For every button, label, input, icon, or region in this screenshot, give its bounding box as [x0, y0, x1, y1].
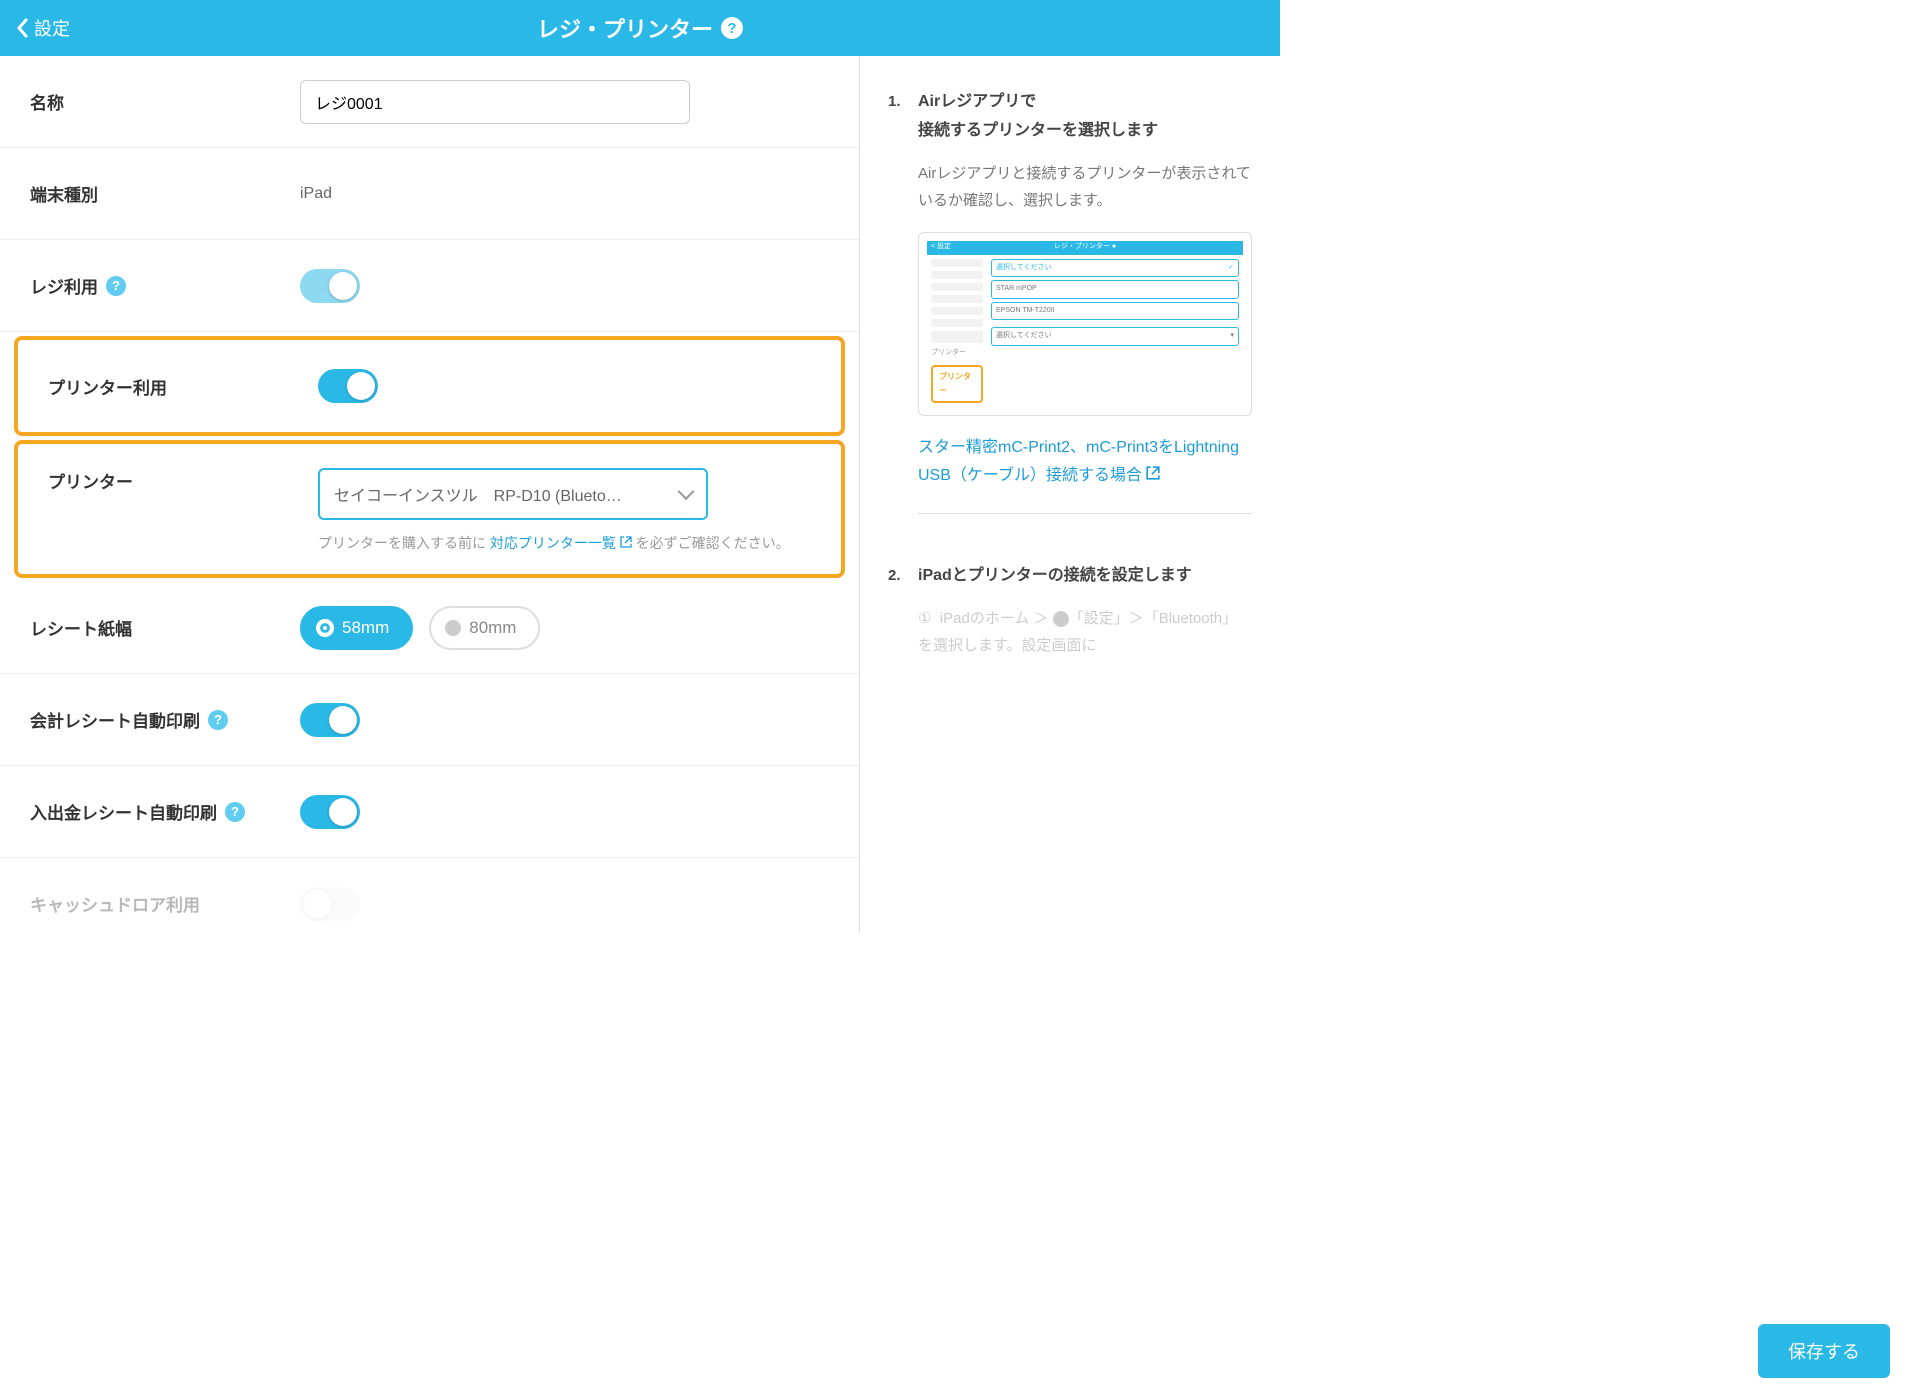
chevron-left-icon: [16, 18, 28, 38]
drawer-use-toggle: [300, 887, 360, 921]
label-auto-receipt: 会計レシート自動印刷 ?: [30, 707, 300, 732]
external-link-icon: [620, 536, 632, 548]
external-link-icon: [1146, 466, 1160, 480]
help-step-1: 1. Airレジアプリで 接続するプリンターを選択します Airレジアプリと接続…: [888, 88, 1252, 538]
label-paper-width: レシート紙幅: [30, 615, 300, 640]
back-label: 設定: [34, 15, 70, 41]
app-header: 設定 レジ・プリンター ?: [0, 0, 1280, 56]
highlight-printer-use: プリンター利用: [14, 336, 845, 436]
step2-title: iPadとプリンターの接続を設定します: [918, 562, 1252, 591]
radio-dot-icon: [445, 620, 461, 636]
star-usb-link[interactable]: スター精密mC-Print2、mC-Print3をLightning USB（ケ…: [918, 434, 1252, 488]
paper-width-58mm[interactable]: 58mm: [300, 606, 413, 650]
settings-form: 名称 端末種別 iPad レジ利用 ? プリンター利用: [0, 56, 860, 933]
row-auto-receipt: 会計レシート自動印刷 ?: [0, 674, 859, 766]
row-drawer-use: キャッシュドロア利用: [0, 858, 859, 933]
label-device-type: 端末種別: [30, 181, 300, 206]
paper-width-radio-group: 58mm 80mm: [300, 606, 829, 650]
help-step-2: 2. iPadとプリンターの接続を設定します ① iPadのホーム ＞ 「設定」…: [888, 562, 1252, 659]
help-icon[interactable]: ?: [106, 276, 126, 296]
compatible-printers-link[interactable]: 対応プリンター一覧: [490, 535, 632, 551]
row-register-use: レジ利用 ?: [0, 240, 859, 332]
printer-select[interactable]: セイコーインスツル RP-D10 (Blueto…: [318, 468, 708, 520]
help-icon[interactable]: ?: [208, 710, 228, 730]
mini-screenshot: < 設定レジ・プリンター ● プリンター プリンター 選択してください✓ STA…: [918, 232, 1252, 417]
help-icon[interactable]: ?: [721, 17, 743, 39]
auto-cash-receipt-toggle[interactable]: [300, 795, 360, 829]
label-drawer-use: キャッシュドロア利用: [30, 891, 300, 916]
row-name: 名称: [0, 56, 859, 148]
step2-substep: ① iPadのホーム ＞ 「設定」＞「Bluetooth」を選択します。設定画面…: [918, 605, 1252, 659]
label-printer-use: プリンター利用: [48, 374, 318, 399]
register-use-toggle[interactable]: [300, 269, 360, 303]
auto-receipt-toggle[interactable]: [300, 703, 360, 737]
row-device-type: 端末種別 iPad: [0, 148, 859, 240]
help-sidebar: 1. Airレジアプリで 接続するプリンターを選択します Airレジアプリと接続…: [860, 56, 1280, 933]
device-type-value: iPad: [300, 185, 829, 203]
step1-text: Airレジアプリと接続するプリンターが表示されているか確認し、選択します。: [918, 160, 1252, 214]
printer-hint: プリンターを購入する前に 対応プリンター一覧 を必ずご確認ください。: [318, 532, 811, 554]
label-name: 名称: [30, 89, 300, 114]
row-paper-width: レシート紙幅 58mm 80mm: [0, 582, 859, 674]
step1-title: Airレジアプリで 接続するプリンターを選択します: [918, 88, 1252, 146]
label-auto-cash-receipt: 入出金レシート自動印刷 ?: [30, 799, 300, 824]
back-button[interactable]: 設定: [0, 15, 86, 41]
highlight-printer-select: プリンター セイコーインスツル RP-D10 (Blueto… プリンターを購入…: [14, 440, 845, 578]
page-title: レジ・プリンター ?: [537, 12, 743, 44]
label-register-use: レジ利用 ?: [30, 273, 300, 298]
row-printer-use: プリンター利用: [18, 340, 841, 432]
save-button[interactable]: 保存する: [1758, 1324, 1890, 1378]
footer-fade: [0, 1310, 860, 1400]
label-printer: プリンター: [48, 468, 318, 493]
paper-width-80mm[interactable]: 80mm: [429, 606, 540, 650]
row-auto-cash-receipt: 入出金レシート自動印刷 ?: [0, 766, 859, 858]
name-input[interactable]: [300, 80, 690, 124]
printer-use-toggle[interactable]: [318, 369, 378, 403]
radio-dot-icon: [316, 619, 334, 637]
row-printer: プリンター セイコーインスツル RP-D10 (Blueto… プリンターを購入…: [18, 444, 841, 574]
gear-icon: [1053, 611, 1069, 627]
help-icon[interactable]: ?: [225, 802, 245, 822]
